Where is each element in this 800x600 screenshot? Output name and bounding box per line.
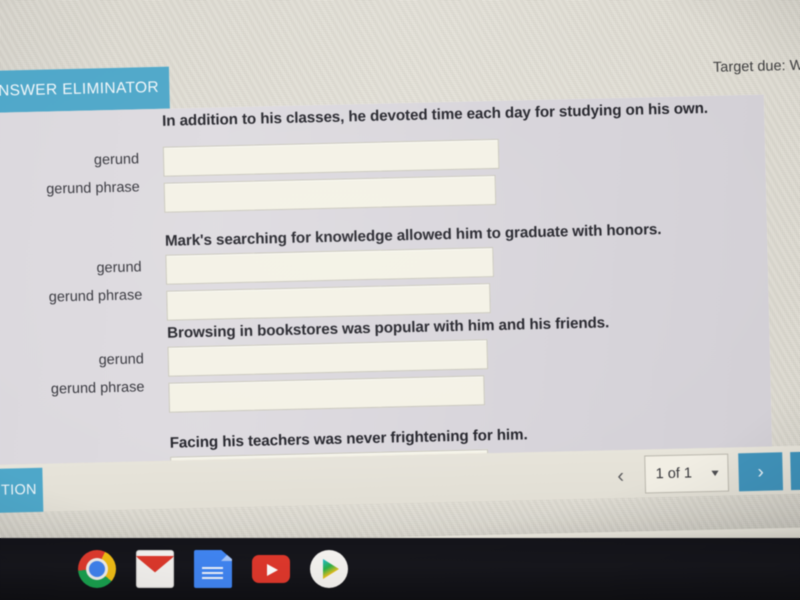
question-block: Mark's searching for knowledge allowed h… (0, 219, 767, 321)
answer-row-label: gerund phrase (46, 179, 140, 198)
screen-content-plane: Unit 1 - Introduction to Language and Li… (0, 0, 800, 556)
gerund-input[interactable] (167, 339, 489, 377)
answer-row-label: gerund (93, 151, 140, 169)
shelf-icon-row (78, 546, 348, 592)
gerund-input[interactable] (165, 247, 494, 285)
gerund-phrase-input[interactable] (166, 283, 491, 321)
answer-eliminator-label: ANSWER ELIMINATOR (0, 78, 160, 100)
answer-row-label: gerund phrase (50, 379, 145, 398)
play-store-icon[interactable] (310, 550, 348, 588)
question-prompt: Mark's searching for knowledge allowed h… (164, 221, 662, 250)
docs-icon[interactable] (194, 550, 232, 588)
submit-button[interactable]: SUB (790, 449, 800, 491)
youtube-icon[interactable] (252, 555, 290, 583)
chromeos-shelf (0, 538, 800, 600)
gerund-input[interactable] (162, 138, 500, 177)
question-block: Facing his teachers was never frightenin… (0, 421, 771, 466)
description-button[interactable]: IPTION (0, 467, 44, 515)
page-select-value: 1 of 1 (655, 465, 693, 483)
question-prompt: In addition to his classes, he devoted t… (161, 99, 709, 130)
answer-row-label: gerund (98, 351, 144, 369)
gerund-phrase-input[interactable] (163, 174, 497, 213)
answer-row-label: gerund (96, 259, 142, 277)
page-select-dropdown[interactable]: 1 of 1 ▼ (644, 453, 730, 494)
question-panel: In addition to his classes, he devoted t… (0, 94, 773, 466)
answer-row-label: gerund phrase (48, 287, 143, 306)
chevron-left-icon: ‹ (617, 465, 625, 488)
next-page-button[interactable]: › (738, 452, 784, 492)
gerund-phrase-input[interactable] (168, 375, 485, 413)
gmail-icon[interactable] (136, 550, 174, 588)
target-due-text: Target due: W (712, 57, 800, 76)
chevron-right-icon: › (757, 461, 765, 483)
photo-of-chromebook-screen: Unit 1 - Introduction to Language and Li… (0, 0, 800, 600)
chrome-icon[interactable] (78, 550, 116, 588)
description-button-label: IPTION (0, 481, 38, 500)
chevron-down-icon: ▼ (709, 467, 722, 479)
previous-page-button[interactable]: ‹ (607, 463, 634, 490)
answer-eliminator-button[interactable]: ANSWER ELIMINATOR (0, 66, 170, 114)
